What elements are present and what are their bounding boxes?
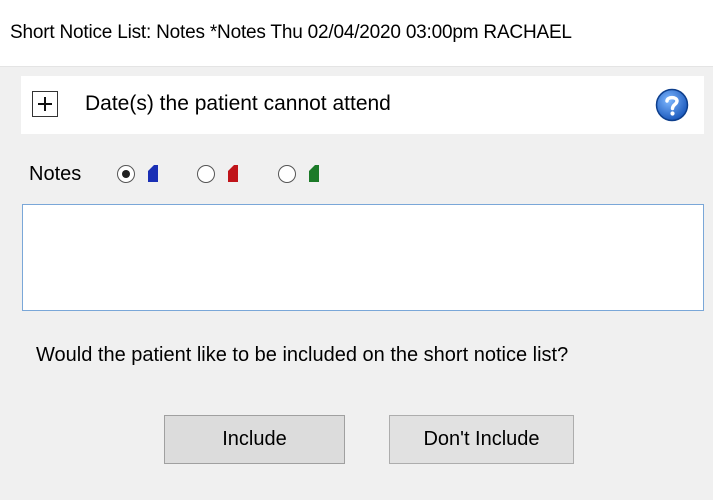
window-title: Short Notice List: Notes *Notes Thu 02/0… [10,22,572,43]
notes-green-radio[interactable] [278,165,296,183]
red-note-icon [228,165,238,182]
short-notice-question: Would the patient like to be included on… [36,344,569,366]
include-button[interactable]: Include [164,415,345,464]
notes-red-radio[interactable] [197,165,215,183]
window-titlebar: Short Notice List: Notes *Notes Thu 02/0… [0,0,713,67]
dont-include-button[interactable]: Don't Include [389,415,574,464]
expand-plus-icon[interactable] [32,91,58,117]
notes-textarea[interactable] [22,204,704,311]
date-restrictions-section: Date(s) the patient cannot attend [21,76,704,134]
blue-note-icon [148,165,158,182]
green-note-icon [309,165,319,182]
section-label: Date(s) the patient cannot attend [85,92,391,115]
notes-color-row: Notes [29,160,429,190]
help-question-icon[interactable] [655,88,689,122]
notes-label: Notes [29,163,82,185]
notes-blue-radio[interactable] [117,165,135,183]
